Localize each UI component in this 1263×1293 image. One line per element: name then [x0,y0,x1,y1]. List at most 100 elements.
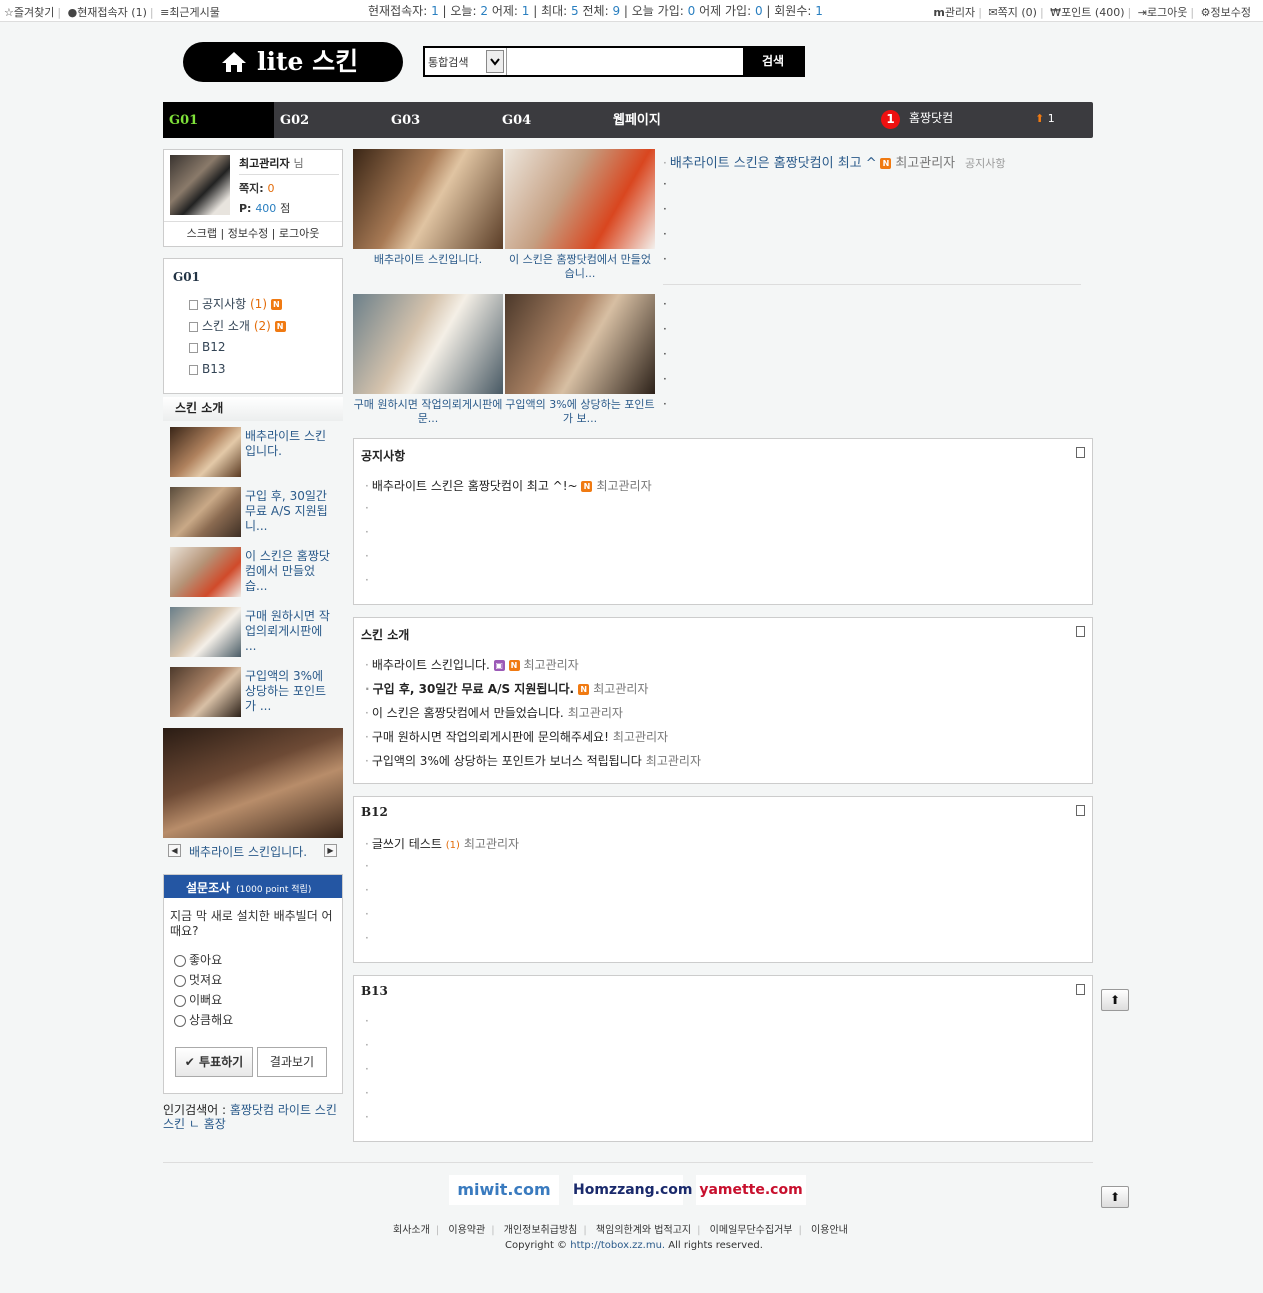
favorite-link[interactable]: ☆즐겨찾기 [4,6,54,19]
nav-item-g03[interactable]: G03 [391,102,420,138]
new-icon: N [274,321,286,332]
skin-intro-title: 스킨 소개 [163,397,343,421]
list-item[interactable]: 배추라이트 스킨입니다. [170,427,340,479]
partner-logo-homzzang[interactable]: Homzzang.com [573,1175,692,1205]
slider-caption[interactable]: 배추라이트 스킨입니다. [189,843,307,860]
footer-link-legal[interactable]: 책임의한계와 법적고지 [596,1225,691,1236]
empty-row: · [365,883,369,897]
gallery-image[interactable] [353,149,503,249]
empty-row: · [663,177,667,191]
poll-option[interactable]: 상큼해요 [174,1011,233,1028]
board-title[interactable]: 스킨 소개 [361,626,409,643]
memo-link[interactable]: ✉쪽지 (0) [988,6,1037,19]
nav-site-link[interactable]: 홈짱닷컴 [909,102,953,134]
profile-edit-link[interactable]: 정보수정 [228,227,268,240]
slider-image[interactable] [163,728,343,838]
search-button[interactable]: 검색 [743,48,803,75]
empty-row: · [365,931,369,945]
copyright-link[interactable]: http://tobox.zz.mu. [570,1240,665,1251]
recent-posts-link[interactable]: ≡최근게시물 [160,6,220,19]
admin-icon: m [933,6,945,19]
gallery-caption[interactable]: 이 스킨은 홈짱닷컴에서 만들었습니... [505,253,655,281]
poll-option[interactable]: 이뻐요 [174,991,222,1008]
footer-link-terms[interactable]: 이용약관 [448,1225,485,1236]
footer-link-email[interactable]: 이메일무단수집거부 [710,1225,793,1236]
footer-link-privacy[interactable]: 개인정보취급방침 [504,1225,578,1236]
latest-post[interactable]: · 배추라이트 스킨은 홈짱닷컴이 최고 ^ N 최고관리자 공지사항 [663,152,1005,171]
partner-logo-yamette[interactable]: yamette.com [696,1175,806,1205]
document-icon[interactable] [1076,984,1085,995]
partner-logo-miwit[interactable]: miwit.com [449,1175,559,1205]
avatar [170,155,230,215]
list-item[interactable]: 구입액의 3%에 상당하는 포인트가 ... [170,667,340,719]
empty-row: · [365,525,369,539]
document-icon[interactable] [1076,626,1085,637]
poll-option[interactable]: 멋져요 [174,971,222,988]
memo-count[interactable]: 쪽지: 0 [239,180,274,196]
empty-row: · [663,397,667,411]
gallery-image[interactable] [505,149,655,249]
gallery-caption[interactable]: 구입액의 3%에 상당하는 포인트가 보... [505,398,655,426]
thumbnail [170,607,241,657]
board-row[interactable]: · 구매 원하시면 작업의뢰게시판에 문의해주세요! 최고관리자 [365,728,668,745]
empty-row: · [663,322,667,336]
category-item-b12[interactable]: B12 [176,340,226,354]
document-icon [189,342,198,353]
board-row[interactable]: · 이 스킨은 홈짱닷컴에서 만들었습니다. 최고관리자 [365,704,623,721]
nav-item-webpage[interactable]: 웹페이지 [613,102,661,138]
thumbnail [170,547,241,597]
board-row[interactable]: · 배추라이트 스킨은 홈짱닷컴이 최고 ^!~ N 최고관리자 [365,477,652,494]
search-input[interactable] [507,48,745,75]
list-item[interactable]: 구입 후, 30일간 무료 A/S 지원됩니... [170,487,340,539]
board-row[interactable]: · 배추라이트 스킨입니다. ▣ N 최고관리자 [365,656,579,673]
board-row[interactable]: · 구입 후, 30일간 무료 A/S 지원됩니다. N 최고관리자 [365,680,648,697]
category-item-notice[interactable]: 공지사항 (1) N [176,295,282,312]
gallery-caption[interactable]: 구매 원하시면 작업의뢰게시판에 문... [353,398,503,426]
empty-row: · [663,202,667,216]
popular-keywords: 인기검색어 : 홈짱닷컴 라이트 스킨 스킨 ㄴ 홈장 [163,1103,337,1131]
list-item[interactable]: 구매 원하시면 작업의뢰게시판에 ... [170,607,340,659]
gallery-caption[interactable]: 배추라이트 스킨입니다. [353,253,503,267]
gallery-image[interactable] [505,294,655,394]
empty-row: · [365,1062,369,1076]
nav-item-g04[interactable]: G04 [502,102,531,138]
category-item-b13[interactable]: B13 [176,362,226,376]
document-icon[interactable] [1076,447,1085,458]
vote-button[interactable]: ✔ 투표하기 [175,1047,253,1077]
scroll-top-button[interactable]: ⬆ [1101,989,1129,1011]
list-item[interactable]: 이 스킨은 홈짱닷컴에서 만들었습... [170,547,340,599]
board-row[interactable]: · 구입액의 3%에 상당하는 포인트가 보너스 적립됩니다 최고관리자 [365,752,701,769]
scrap-link[interactable]: 스크랩 [187,227,217,240]
divider [663,284,1081,285]
scroll-top-button[interactable]: ⬆ [1101,1186,1129,1208]
radio [174,954,186,967]
chevron-down-icon[interactable] [486,50,504,73]
arrow-left-icon[interactable]: ◀ [168,844,181,857]
gallery-image[interactable] [353,294,503,394]
board-skin: 스킨 소개 · 배추라이트 스킨입니다. ▣ N 최고관리자 · 구입 후, 30일간… [353,617,1093,784]
nav-item-g02[interactable]: G02 [280,102,309,138]
edit-info-link[interactable]: ⚙정보수정 [1201,6,1251,19]
new-icon: N [578,684,590,695]
footer-link-company[interactable]: 회사소개 [393,1225,430,1236]
point-count[interactable]: P: 400 점 [239,200,290,216]
logout-link[interactable]: ⇥로그아웃 [1138,6,1188,19]
nav-item-g01[interactable]: G01 [163,102,274,138]
result-button[interactable]: 결과보기 [257,1047,327,1077]
empty-row: · [365,1086,369,1100]
board-title[interactable]: B12 [361,805,388,819]
document-icon[interactable] [1076,805,1085,816]
board-row[interactable]: · 글쓰기 테스트 (1) 최고관리자 [365,835,519,852]
footer-link-guide[interactable]: 이용안내 [811,1225,848,1236]
admin-link[interactable]: m관리자 [933,6,975,19]
board-title[interactable]: 공지사항 [361,447,405,464]
point-link[interactable]: ₩포인트 (400) [1050,6,1124,19]
won-icon: ₩ [1050,6,1062,19]
poll-option[interactable]: 좋아요 [174,951,222,968]
arrow-right-icon[interactable]: ▶ [324,844,337,857]
current-users-link[interactable]: ●현재접속자 (1) [68,6,147,19]
site-logo[interactable]: lite 스킨 [183,42,403,82]
category-item-skin[interactable]: 스킨 소개 (2) N [176,317,286,334]
profile-logout-link[interactable]: 로그아웃 [279,227,319,240]
board-title[interactable]: B13 [361,984,388,998]
